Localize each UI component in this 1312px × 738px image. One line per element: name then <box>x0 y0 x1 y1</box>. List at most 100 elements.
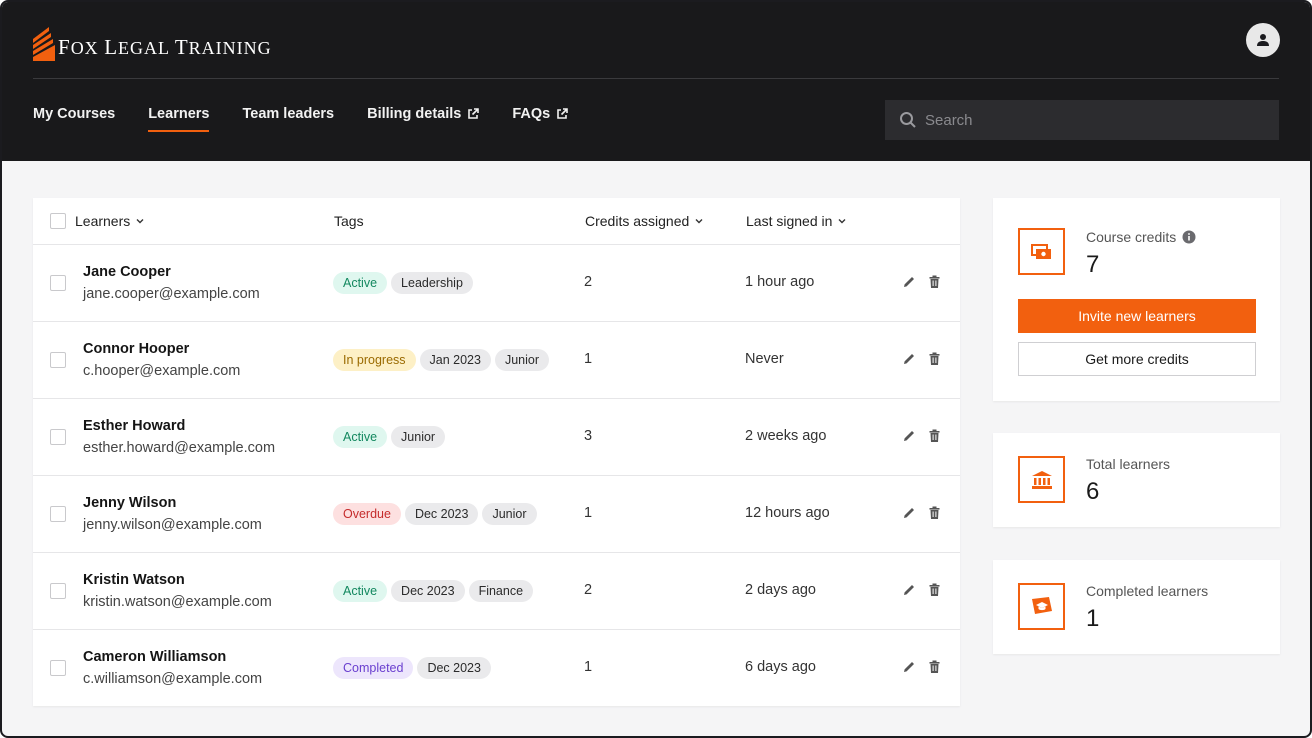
table-row[interactable]: Cameron Williamson c.williamson@example.… <box>33 630 960 707</box>
learner-name: Jane Cooper <box>83 264 171 280</box>
get-more-credits-button[interactable]: Get more credits <box>1018 342 1256 376</box>
learner-email: kristin.watson@example.com <box>83 594 272 610</box>
edit-button[interactable] <box>902 428 917 443</box>
external-link-icon <box>468 108 480 119</box>
status-badge: In progress <box>333 349 416 371</box>
row-checkbox[interactable] <box>50 352 66 368</box>
total-learners-icon-box <box>1018 456 1065 503</box>
status-badge: Active <box>333 426 388 448</box>
delete-button[interactable] <box>927 274 942 289</box>
card-value: 6 <box>1086 478 1100 505</box>
nav-learners[interactable]: Learners <box>148 106 210 132</box>
status-badge: Active <box>333 580 388 602</box>
row-checkbox[interactable] <box>50 660 66 676</box>
credits-value: 2 <box>584 582 593 598</box>
trash-icon <box>929 583 940 596</box>
header-tags: Tags <box>334 213 364 229</box>
last-signed-value: Never <box>745 351 784 367</box>
edit-button[interactable] <box>902 351 917 366</box>
card-value: 1 <box>1086 605 1100 632</box>
delete-button[interactable] <box>927 505 942 520</box>
pencil-icon <box>904 277 914 287</box>
nav-team-leaders[interactable]: Team leaders <box>242 106 334 132</box>
status-badge: Completed <box>333 657 414 679</box>
learner-email: c.hooper@example.com <box>83 363 241 379</box>
chevron-down-icon <box>136 219 144 224</box>
delete-button[interactable] <box>927 428 942 443</box>
credits-icon-box <box>1018 228 1065 275</box>
brand-name: FOX LEGAL TRAINING <box>58 35 272 59</box>
table-row[interactable]: Kristin Watson kristin.watson@example.co… <box>33 553 960 630</box>
trash-icon <box>929 429 940 442</box>
nav-my-courses[interactable]: My Courses <box>33 106 115 132</box>
pencil-icon <box>904 508 914 518</box>
money-icon <box>1030 243 1051 259</box>
delete-button[interactable] <box>927 659 942 674</box>
last-signed-value: 12 hours ago <box>745 505 830 521</box>
row-checkbox[interactable] <box>50 275 66 291</box>
row-checkbox[interactable] <box>50 506 66 522</box>
nav-faqs[interactable]: FAQs <box>512 106 569 132</box>
learner-name: Jenny Wilson <box>83 495 177 511</box>
row-actions <box>902 582 942 597</box>
row-actions <box>902 351 942 366</box>
last-signed-value: 1 hour ago <box>745 274 815 290</box>
top-header: FOX LEGAL TRAINING My Courses Learners T… <box>2 2 1310 161</box>
search-bar[interactable] <box>885 100 1279 140</box>
delete-button[interactable] <box>927 582 942 597</box>
completed-learners-icon-box <box>1018 583 1065 630</box>
edit-button[interactable] <box>902 582 917 597</box>
external-link-icon <box>557 108 569 119</box>
edit-button[interactable] <box>902 274 917 289</box>
row-checkbox[interactable] <box>50 583 66 599</box>
delete-button[interactable] <box>927 351 942 366</box>
app-window: FOX LEGAL TRAINING My Courses Learners T… <box>0 0 1312 738</box>
tag-chip: Jan 2023 <box>419 349 491 371</box>
status-badge: Active <box>333 272 388 294</box>
row-checkbox[interactable] <box>50 429 66 445</box>
table-row[interactable]: Connor Hooper c.hooper@example.com In pr… <box>33 322 960 399</box>
pencil-icon <box>904 431 914 441</box>
card-label: Completed learners <box>1086 583 1209 599</box>
tag-list: Active Junior <box>333 426 446 448</box>
brand-logo[interactable]: FOX LEGAL TRAINING <box>33 21 272 61</box>
user-avatar-button[interactable] <box>1246 23 1280 57</box>
trash-icon <box>929 275 940 288</box>
select-all-checkbox[interactable] <box>50 213 66 229</box>
credits-value: 1 <box>584 505 593 521</box>
tag-chip: Leadership <box>391 272 473 294</box>
last-signed-value: 2 days ago <box>745 582 816 598</box>
invite-learners-button[interactable]: Invite new learners <box>1018 299 1256 333</box>
bank-icon <box>1031 470 1052 489</box>
course-credits-card: Course credits 7 Invite new learners Get… <box>993 198 1280 401</box>
pencil-icon <box>904 662 914 672</box>
nav-billing-details[interactable]: Billing details <box>367 106 480 132</box>
card-label: Course credits <box>1086 229 1196 245</box>
edit-button[interactable] <box>902 659 917 674</box>
tag-chip: Dec 2023 <box>417 657 491 679</box>
last-signed-value: 6 days ago <box>745 659 816 675</box>
header-divider <box>33 78 1279 79</box>
edit-button[interactable] <box>902 505 917 520</box>
table-header: Learners Tags Credits assigned Last sign… <box>33 198 960 245</box>
row-actions <box>902 428 942 443</box>
table-row[interactable]: Esther Howard esther.howard@example.com … <box>33 399 960 476</box>
header-last-signed[interactable]: Last signed in <box>746 213 847 229</box>
card-label: Total learners <box>1086 456 1171 472</box>
tag-chip: Junior <box>482 503 537 525</box>
tag-chip: Junior <box>494 349 550 371</box>
search-input[interactable] <box>925 111 1255 129</box>
tag-list: Overdue Dec 2023 Junior <box>333 503 537 525</box>
learner-name: Cameron Williamson <box>83 649 227 665</box>
tag-list: In progress Jan 2023 Junior <box>333 349 550 371</box>
header-credits[interactable]: Credits assigned <box>585 213 704 229</box>
credits-value: 2 <box>584 274 593 290</box>
pencil-icon <box>904 585 914 595</box>
search-icon <box>900 112 916 128</box>
header-learners[interactable]: Learners <box>75 213 145 229</box>
table-row[interactable]: Jenny Wilson jenny.wilson@example.com Ov… <box>33 476 960 553</box>
learner-name: Connor Hooper <box>83 341 190 357</box>
table-row[interactable]: Jane Cooper jane.cooper@example.com Acti… <box>33 245 960 322</box>
learners-table: Learners Tags Credits assigned Last sign… <box>33 198 960 706</box>
info-icon[interactable] <box>1182 230 1196 244</box>
